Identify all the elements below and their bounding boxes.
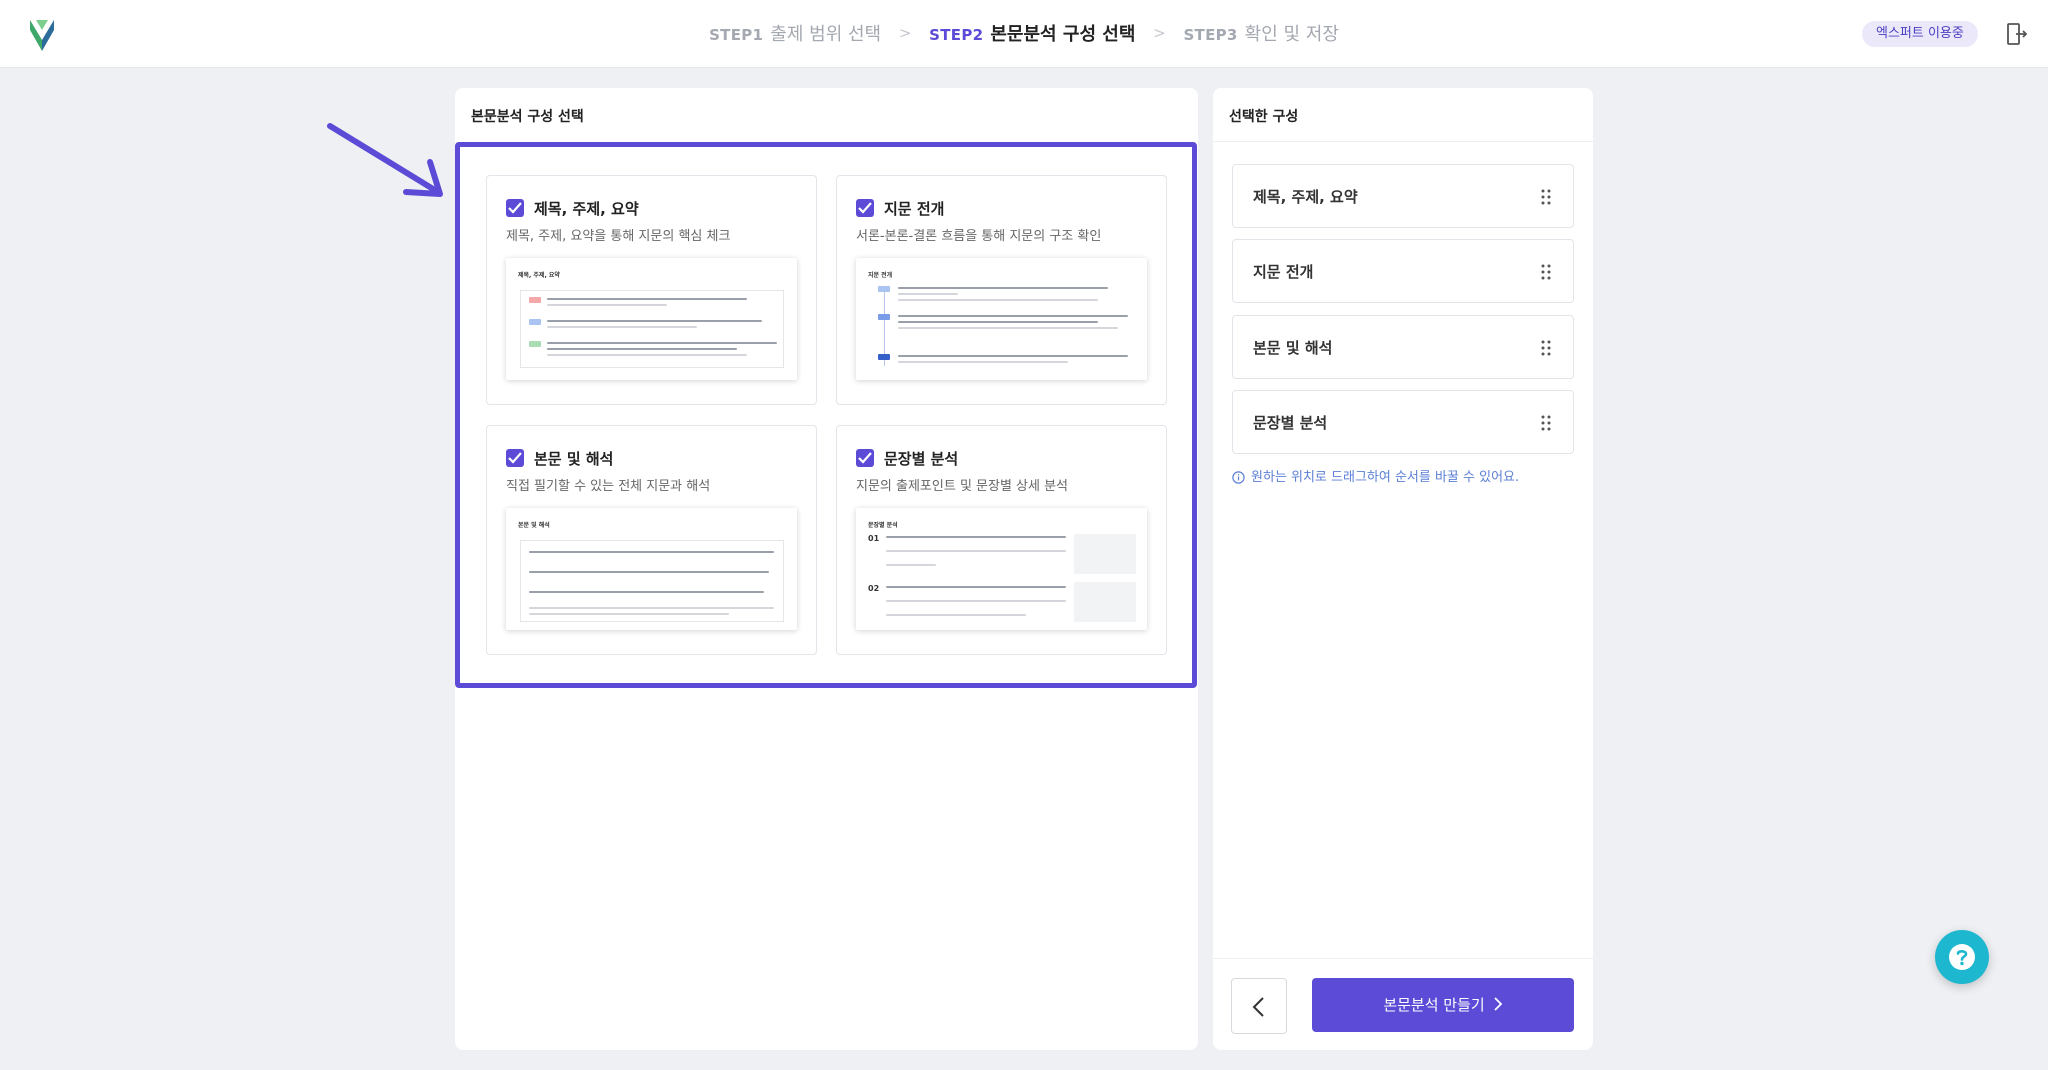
card-title: 본문 및 해석 xyxy=(534,450,614,468)
selected-item[interactable]: 제목, 주제, 요약 xyxy=(1232,164,1574,228)
preview-title: 지문 전개 xyxy=(868,272,893,279)
drag-hint: 원하는 위치로 드래그하여 순서를 바꿀 수 있어요. xyxy=(1232,466,1519,485)
selected-item[interactable]: 지문 전개 xyxy=(1232,239,1574,303)
selected-item[interactable]: 문장별 분석 xyxy=(1232,390,1574,454)
check-icon xyxy=(508,202,522,214)
check-icon xyxy=(508,452,522,464)
card-preview: 제목, 주제, 요약 xyxy=(506,258,797,380)
panel-title: 본문분석 구성 선택 xyxy=(471,109,584,125)
chevron-left-icon xyxy=(1252,997,1264,1017)
card-title: 제목, 주제, 요약 xyxy=(534,200,639,218)
checkbox[interactable] xyxy=(856,449,874,467)
preview-title: 본문 및 해석 xyxy=(518,522,550,529)
card-description: 제목, 주제, 요약을 통해 지문의 핵심 체크 xyxy=(506,229,731,244)
checkbox[interactable] xyxy=(506,449,524,467)
step-1: STEP1 출제 범위 선택 xyxy=(709,24,882,45)
help-button[interactable] xyxy=(1935,930,1989,984)
chevron-right-icon: > xyxy=(898,24,912,42)
card-preview: 지문 전개 xyxy=(856,258,1147,380)
help-icon xyxy=(1949,944,1975,970)
config-panel: 본문분석 구성 선택 제목, 주제, 요약 제목, 주제, 요약을 통해 지문의… xyxy=(455,88,1198,1050)
step-2: STEP2 본문분석 구성 선택 xyxy=(929,24,1136,45)
option-card-text-translation[interactable]: 본문 및 해석 직접 필기할 수 있는 전체 지문과 해석 본문 및 해석 xyxy=(486,425,817,655)
chevron-right-icon xyxy=(1494,997,1502,1011)
drag-handle-icon[interactable] xyxy=(1541,189,1551,205)
divider xyxy=(1213,958,1593,959)
card-title: 지문 전개 xyxy=(884,200,945,218)
option-card-sentence-analysis[interactable]: 문장별 분석 지문의 출제포인트 및 문장별 상세 분석 문장별 분석 01 0… xyxy=(836,425,1167,655)
create-analysis-button[interactable]: 본문분석 만들기 xyxy=(1312,978,1574,1032)
drag-handle-icon[interactable] xyxy=(1541,415,1551,431)
selected-panel: 선택한 구성 제목, 주제, 요약 지문 전개 본문 및 해석 문장별 분석 원… xyxy=(1213,88,1593,1050)
card-preview: 본문 및 해석 xyxy=(506,508,797,630)
step-3: STEP3 확인 및 저장 xyxy=(1183,24,1339,45)
selected-item[interactable]: 본문 및 해석 xyxy=(1232,315,1574,379)
info-icon xyxy=(1232,471,1245,484)
card-description: 직접 필기할 수 있는 전체 지문과 해석 xyxy=(506,479,711,494)
preview-title: 문장별 분석 xyxy=(868,522,898,529)
checkbox[interactable] xyxy=(506,199,524,217)
logout-icon[interactable] xyxy=(2006,22,2028,46)
card-description: 지문의 출제포인트 및 문장별 상세 분석 xyxy=(856,479,1069,494)
checkbox[interactable] xyxy=(856,199,874,217)
plan-badge: 엑스퍼트 이용중 xyxy=(1862,21,1978,47)
back-button[interactable] xyxy=(1231,978,1287,1034)
step-indicator: STEP1 출제 범위 선택 > STEP2 본문분석 구성 선택 > STEP3 확… xyxy=(0,20,2048,46)
check-icon xyxy=(858,452,872,464)
drag-handle-icon[interactable] xyxy=(1541,340,1551,356)
panel-title: 선택한 구성 xyxy=(1229,109,1299,125)
option-card-summary[interactable]: 제목, 주제, 요약 제목, 주제, 요약을 통해 지문의 핵심 체크 제목, … xyxy=(486,175,817,405)
divider xyxy=(1213,141,1593,142)
arrow-icon xyxy=(326,120,448,210)
chevron-right-icon: > xyxy=(1153,24,1166,42)
card-title: 문장별 분석 xyxy=(884,450,959,468)
check-icon xyxy=(858,202,872,214)
card-description: 서론-본론-결론 흐름을 통해 지문의 구조 확인 xyxy=(856,229,1102,244)
option-card-structure[interactable]: 지문 전개 서론-본론-결론 흐름을 통해 지문의 구조 확인 지문 전개 xyxy=(836,175,1167,405)
drag-handle-icon[interactable] xyxy=(1541,264,1551,280)
top-header: STEP1 출제 범위 선택 > STEP2 본문분석 구성 선택 > STEP3 확… xyxy=(0,0,2048,68)
preview-title: 제목, 주제, 요약 xyxy=(518,272,560,279)
card-preview: 문장별 분석 01 02 xyxy=(856,508,1147,630)
